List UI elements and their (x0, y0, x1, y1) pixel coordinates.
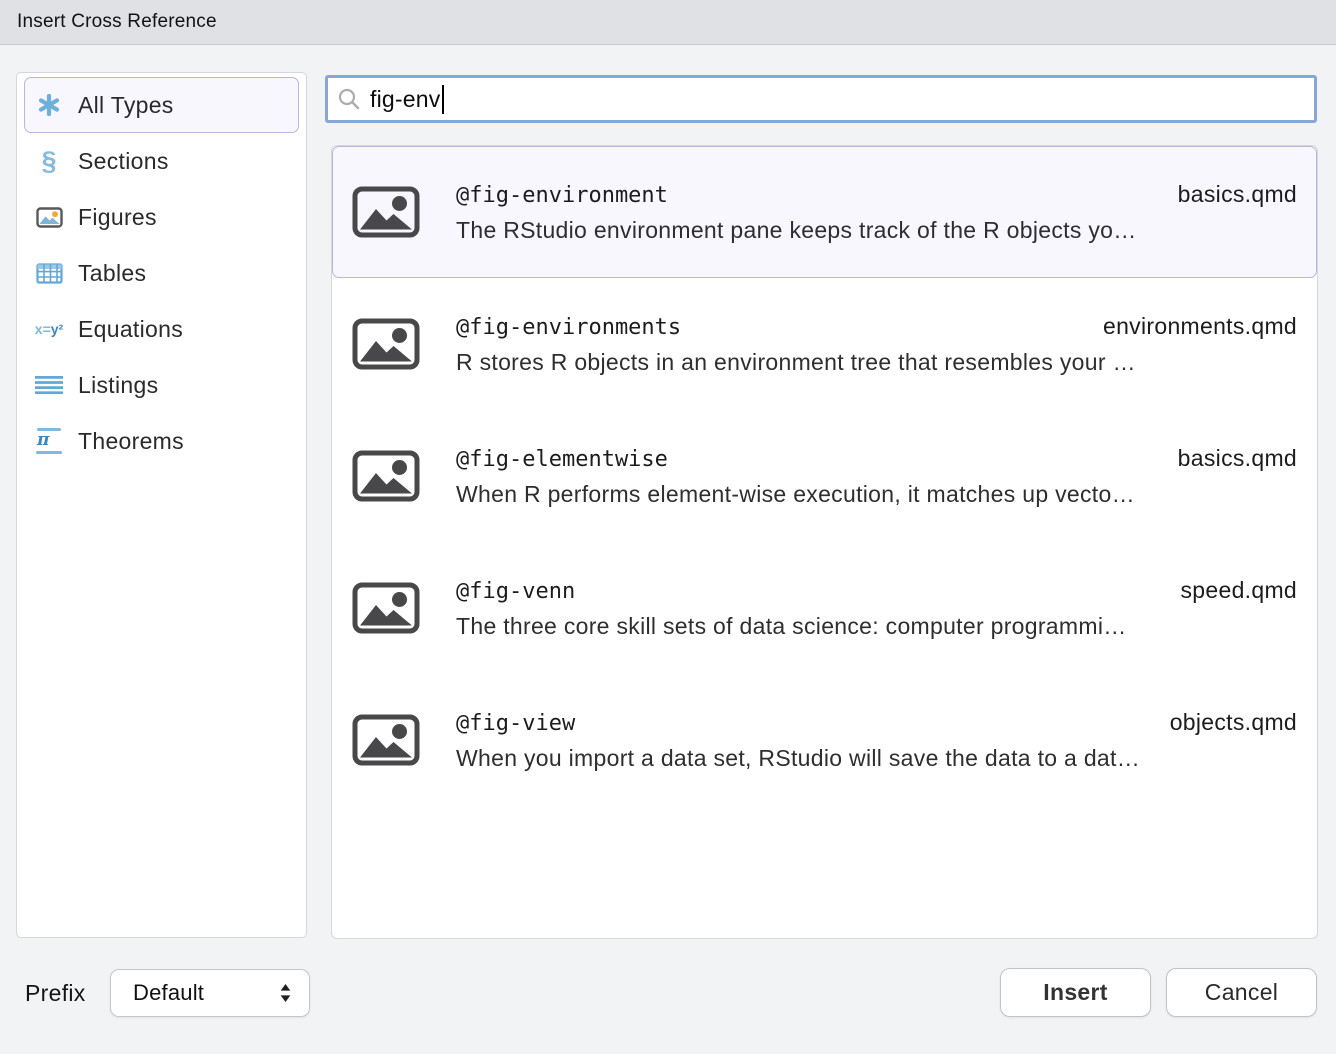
result-item[interactable]: @fig-environment basics.qmd The RStudio … (332, 146, 1317, 278)
sidebar-item-label: Tables (78, 260, 146, 287)
result-item[interactable]: @fig-view objects.qmd When you import a … (332, 674, 1317, 806)
sidebar-item-label: Listings (78, 372, 158, 399)
sidebar-item-label: Theorems (78, 428, 184, 455)
sidebar-item-label: All Types (78, 92, 174, 119)
image-placeholder-icon (352, 318, 420, 370)
result-description: The three core skill sets of data scienc… (456, 613, 1297, 640)
result-item[interactable]: @fig-venn speed.qmd The three core skill… (332, 542, 1317, 674)
prefix-label: Prefix (25, 980, 86, 1007)
sidebar-item-label: Sections (78, 148, 169, 175)
prefix-selected-value: Default (133, 980, 204, 1006)
result-ref-id: @fig-view (456, 711, 575, 736)
result-file-name: speed.qmd (1181, 577, 1298, 604)
search-input[interactable]: fig-env (325, 75, 1317, 123)
image-placeholder-icon (352, 582, 420, 634)
cross-reference-results-list: @fig-environment basics.qmd The RStudio … (331, 145, 1318, 939)
dialog-titlebar: Insert Cross Reference (0, 0, 1336, 45)
figure-image-icon (34, 207, 64, 228)
result-description: R stores R objects in an environment tre… (456, 349, 1297, 376)
search-icon (337, 87, 361, 111)
result-file-name: environments.qmd (1103, 313, 1297, 340)
table-grid-icon (34, 263, 64, 284)
result-item[interactable]: @fig-environments environments.qmd R sto… (332, 278, 1317, 410)
result-ref-id: @fig-environments (456, 315, 681, 340)
sidebar-item-sections[interactable]: § Sections (24, 133, 299, 189)
result-file-name: basics.qmd (1178, 181, 1297, 208)
result-file-name: basics.qmd (1178, 445, 1297, 472)
sidebar-item-label: Figures (78, 204, 157, 231)
sidebar-item-label: Equations (78, 316, 183, 343)
sidebar-item-tables[interactable]: Tables (24, 245, 299, 301)
theorem-pi-icon: π (34, 428, 64, 454)
result-description: The RStudio environment pane keeps track… (456, 217, 1297, 244)
asterisk-icon (34, 94, 64, 116)
equation-icon: x=y² (34, 322, 64, 336)
search-query-text: fig-env (370, 86, 440, 113)
sidebar-item-theorems[interactable]: π Theorems (24, 413, 299, 469)
cancel-button[interactable]: Cancel (1166, 968, 1317, 1017)
result-ref-id: @fig-venn (456, 579, 575, 604)
listing-lines-icon (34, 375, 64, 395)
image-placeholder-icon (352, 714, 420, 766)
type-filter-sidebar: All Types § Sections Figures (16, 72, 307, 938)
text-caret (442, 85, 444, 114)
insert-button[interactable]: Insert (1000, 968, 1151, 1017)
sidebar-item-equations[interactable]: x=y² Equations (24, 301, 299, 357)
result-file-name: objects.qmd (1170, 709, 1297, 736)
select-arrows-icon (279, 982, 292, 1004)
result-ref-id: @fig-elementwise (456, 447, 668, 472)
image-placeholder-icon (352, 450, 420, 502)
dialog-title: Insert Cross Reference (17, 11, 217, 33)
section-sign-icon: § (34, 148, 64, 175)
result-description: When you import a data set, RStudio will… (456, 745, 1297, 772)
result-item[interactable]: @fig-elementwise basics.qmd When R perfo… (332, 410, 1317, 542)
sidebar-item-figures[interactable]: Figures (24, 189, 299, 245)
prefix-select[interactable]: Default (110, 969, 310, 1017)
result-description: When R performs element-wise execution, … (456, 481, 1297, 508)
sidebar-item-listings[interactable]: Listings (24, 357, 299, 413)
sidebar-item-all-types[interactable]: All Types (24, 77, 299, 133)
image-placeholder-icon (352, 186, 420, 238)
result-ref-id: @fig-environment (456, 183, 668, 208)
